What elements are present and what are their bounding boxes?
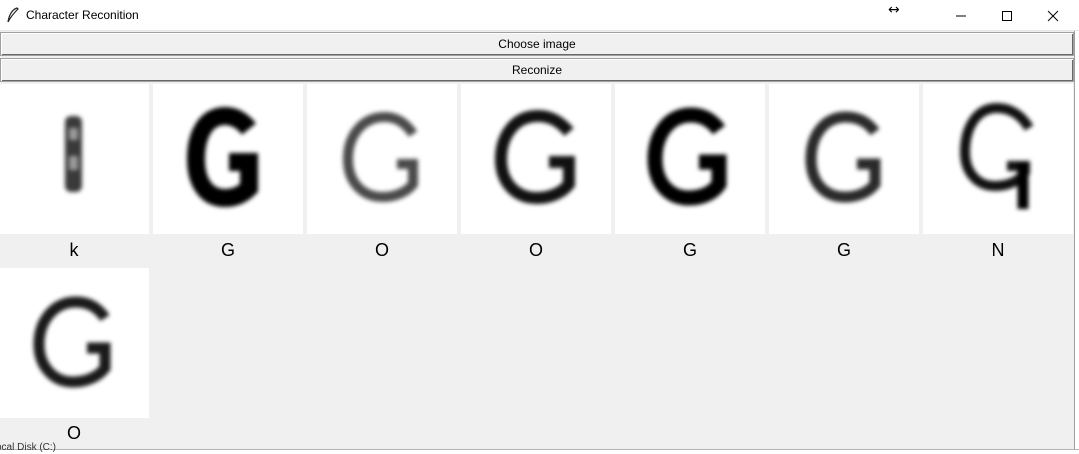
result-tile: O	[0, 268, 149, 444]
minimize-icon	[956, 15, 966, 17]
window-frame-bottom	[0, 449, 1079, 454]
close-icon	[1047, 10, 1059, 22]
prediction-label: k	[69, 240, 79, 260]
background-drive-label: ocal Disk (C:)	[0, 442, 57, 453]
character-image	[0, 268, 149, 418]
result-tile: N	[923, 84, 1073, 266]
prediction-label: N	[991, 240, 1005, 260]
resize-horizontal-icon: ↔	[888, 2, 900, 18]
character-image	[461, 84, 611, 234]
character-image	[615, 84, 765, 234]
prediction-label: O	[374, 240, 389, 260]
maximize-icon	[1002, 11, 1012, 21]
choose-image-button[interactable]: Choose image	[0, 32, 1074, 56]
result-tile: O	[307, 84, 457, 266]
minimize-button[interactable]	[938, 0, 984, 31]
window-frame-edge	[1074, 31, 1079, 454]
result-tile: G	[153, 84, 303, 266]
result-tile: O	[461, 84, 611, 266]
result-tile: k	[0, 84, 149, 266]
window-title: Character Reconition	[26, 8, 139, 22]
title-bar[interactable]: Character Reconition ↔	[0, 0, 1079, 31]
close-button[interactable]	[1030, 0, 1076, 31]
feather-icon	[7, 7, 19, 23]
result-tile: G	[615, 84, 765, 266]
prediction-label: O	[528, 240, 543, 260]
prediction-label: G	[220, 240, 235, 260]
prediction-label: G	[836, 240, 851, 260]
character-image	[923, 84, 1073, 234]
maximize-button[interactable]	[984, 0, 1030, 31]
character-image	[769, 84, 919, 234]
prediction-label: G	[682, 240, 697, 260]
result-tile: G	[769, 84, 919, 266]
prediction-label: O	[66, 423, 81, 443]
character-image	[153, 84, 303, 234]
recognize-button[interactable]: Reconize	[0, 58, 1074, 82]
character-image	[307, 84, 457, 234]
character-image	[0, 84, 149, 234]
